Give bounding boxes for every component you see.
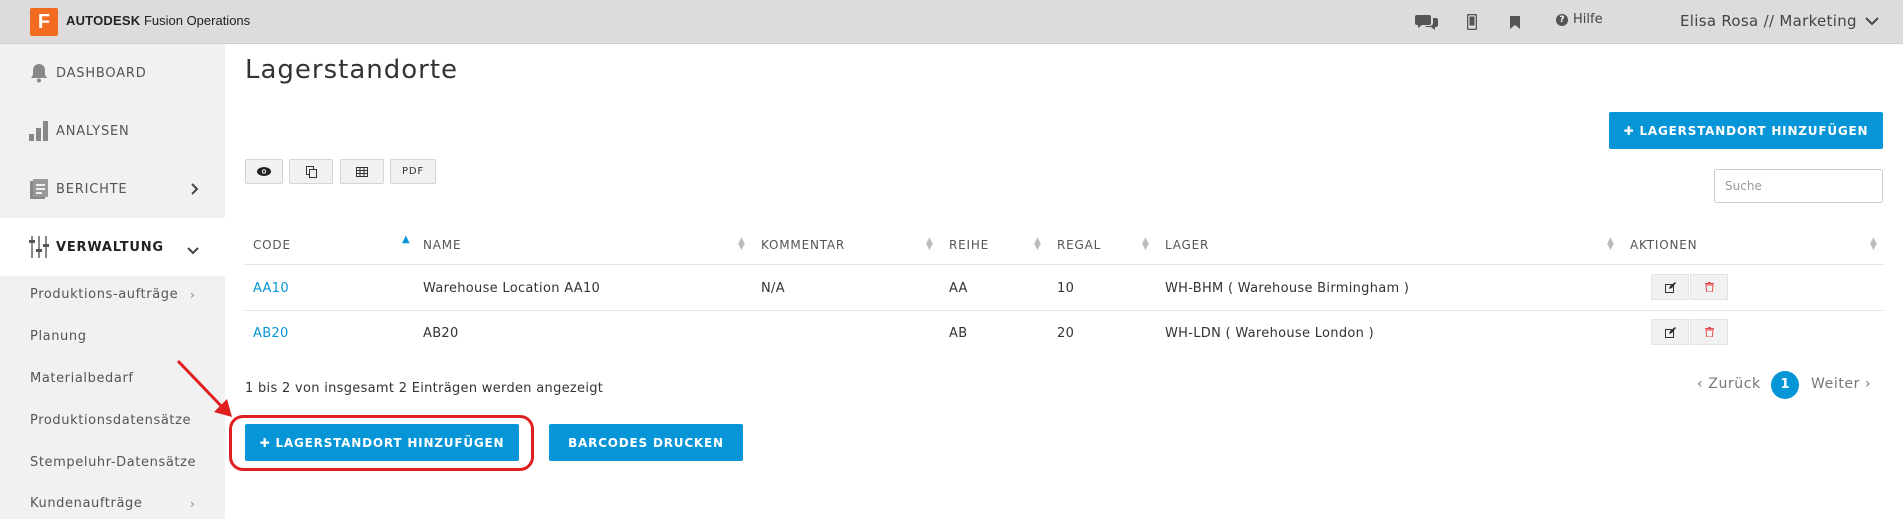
sidebar-sub-kundenauftraege[interactable]: Kundenaufträge: [30, 496, 142, 511]
delete-button[interactable]: [1690, 319, 1728, 345]
sidebar-sub-produktionsauftraege[interactable]: Produktions-aufträge: [30, 287, 178, 302]
edit-icon: [1664, 281, 1676, 293]
brand-name: AUTODESK Fusion Operations: [66, 13, 250, 28]
pager-next-label: Weiter: [1811, 376, 1860, 392]
delete-button[interactable]: [1690, 274, 1728, 300]
pager-prev-label: Zurück: [1708, 376, 1761, 392]
column-visibility-button[interactable]: [245, 159, 283, 184]
edit-button[interactable]: [1651, 274, 1689, 300]
trash-icon: [1704, 282, 1714, 292]
row-regal: 10: [1057, 281, 1075, 296]
row-name: AB20: [423, 326, 459, 341]
row-code-link[interactable]: AA10: [253, 281, 289, 296]
brand-autodesk: AUTODESK: [66, 13, 141, 28]
print-barcodes-button[interactable]: BARCODES DRUCKEN: [549, 424, 743, 461]
excel-export-button[interactable]: [340, 159, 384, 184]
copy-button[interactable]: [289, 159, 333, 184]
brand-product: Fusion Operations: [143, 13, 251, 28]
eye-icon: [257, 167, 271, 176]
row-regal: 20: [1057, 326, 1075, 341]
sidebar: DASHBOARD ANALYSEN BERICHTE VERWALTUNG P…: [0, 44, 225, 519]
sort-asc-icon: ▲: [402, 234, 410, 245]
add-location-button-top[interactable]: ✚ LAGERSTANDORT HINZUFÜGEN: [1609, 112, 1883, 149]
chevron-down-icon: [187, 240, 199, 259]
mobile-icon[interactable]: [1465, 10, 1479, 34]
user-label: Elisa Rosa // Marketing: [1680, 12, 1857, 30]
sidebar-item-berichte[interactable]: BERICHTE: [0, 160, 225, 218]
sidebar-item-verwaltung[interactable]: VERWALTUNG: [0, 218, 225, 276]
chat-icon[interactable]: [1414, 10, 1440, 34]
sort-icon: ▲ ▼: [1034, 236, 1041, 252]
divider: [245, 264, 1883, 265]
sidebar-item-label: ANALYSEN: [56, 123, 130, 139]
annotation-arrow-icon: [176, 359, 232, 417]
sort-icon: ▲ ▼: [738, 236, 745, 252]
sort-icon: ▲ ▼: [1607, 236, 1614, 252]
bar-chart-icon: [28, 120, 50, 142]
edit-icon: [1664, 326, 1676, 338]
row-reihe: AA: [949, 281, 968, 296]
edit-button[interactable]: [1651, 319, 1689, 345]
chevron-right-icon: [191, 180, 199, 199]
pager-prev[interactable]: ‹ Zurück: [1697, 376, 1761, 392]
page-title: Lagerstandorte: [245, 55, 459, 85]
col-header-code[interactable]: CODE: [253, 238, 291, 252]
row-name: Warehouse Location AA10: [423, 281, 601, 296]
col-header-reihe[interactable]: REIHE: [949, 238, 989, 252]
col-header-aktionen[interactable]: AKTIONEN: [1630, 238, 1697, 252]
help-link[interactable]: ? Hilfe: [1556, 12, 1603, 27]
sort-icon: ▲ ▼: [1142, 236, 1149, 252]
button-label: BARCODES DRUCKEN: [568, 435, 724, 450]
button-label: LAGERSTANDORT HINZUFÜGEN: [1639, 123, 1869, 138]
sidebar-item-dashboard[interactable]: DASHBOARD: [0, 44, 225, 102]
pdf-export-button[interactable]: PDF: [390, 159, 436, 184]
user-menu[interactable]: Elisa Rosa // Marketing: [1680, 12, 1879, 30]
copy-icon: [305, 165, 317, 178]
sliders-icon: [28, 236, 50, 258]
chevron-down-icon: [1865, 16, 1879, 25]
sidebar-sub-produktionsdatensaetze[interactable]: Produktionsdatensätze: [30, 413, 191, 428]
sort-icon: ▲ ▼: [926, 236, 933, 252]
search-input[interactable]: [1714, 169, 1883, 203]
divider: [245, 310, 1883, 311]
col-header-name[interactable]: NAME: [423, 238, 461, 252]
col-header-lager[interactable]: LAGER: [1165, 238, 1209, 252]
report-icon: [28, 178, 50, 200]
row-lager: WH-LDN ( Warehouse London ): [1165, 326, 1374, 341]
trash-icon: [1704, 327, 1714, 337]
table-info: 1 bis 2 von insgesamt 2 Einträgen werden…: [245, 381, 604, 396]
sidebar-sub-stempeluhr[interactable]: Stempeluhr-Datensätze: [30, 455, 196, 470]
annotation-highlight: [229, 415, 534, 471]
col-header-regal[interactable]: REGAL: [1057, 238, 1101, 252]
sidebar-item-label: BERICHTE: [56, 181, 128, 197]
sidebar-item-label: DASHBOARD: [56, 65, 147, 81]
sidebar-item-label: VERWALTUNG: [56, 239, 164, 255]
plus-icon: ✚: [1623, 123, 1635, 138]
sort-icon: ▲ ▼: [1870, 236, 1877, 252]
top-bar: F AUTODESK Fusion Operations ? Hilfe Eli…: [0, 0, 1903, 44]
sidebar-item-analysen[interactable]: ANALYSEN: [0, 102, 225, 160]
table-icon: [356, 166, 368, 177]
help-icon: ?: [1556, 13, 1568, 26]
pager-page-current[interactable]: 1: [1771, 371, 1799, 399]
row-code-link[interactable]: AB20: [253, 326, 289, 341]
row-reihe: AB: [949, 326, 968, 341]
row-lager: WH-BHM ( Warehouse Birmingham ): [1165, 281, 1410, 296]
help-label: Hilfe: [1573, 12, 1603, 27]
col-header-kommentar[interactable]: KOMMENTAR: [761, 238, 845, 252]
sidebar-sub-materialbedarf[interactable]: Materialbedarf: [30, 371, 134, 386]
chevron-right-icon: ›: [190, 497, 195, 511]
row-comment: N/A: [761, 281, 785, 296]
fusion-logo[interactable]: F: [30, 8, 58, 36]
sidebar-sub-planung[interactable]: Planung: [30, 329, 87, 344]
pager-next[interactable]: Weiter ›: [1811, 376, 1871, 392]
chevron-right-icon: ›: [190, 288, 195, 302]
bookmark-icon[interactable]: [1508, 10, 1522, 34]
bell-icon: [28, 62, 50, 84]
